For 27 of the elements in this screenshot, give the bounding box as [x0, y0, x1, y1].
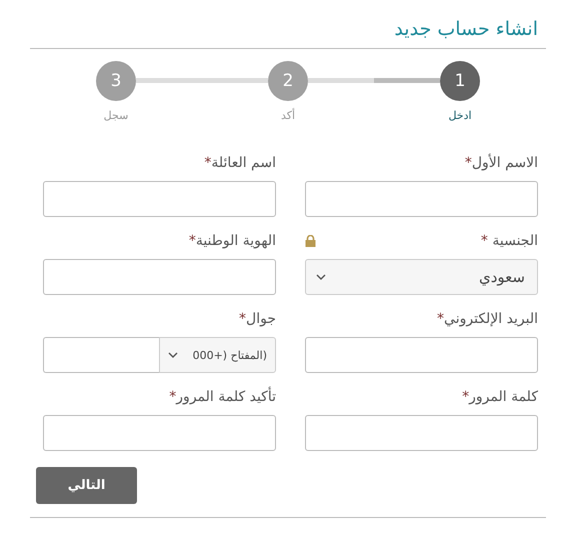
text-field[interactable] — [43, 259, 276, 295]
text-field[interactable] — [43, 181, 276, 217]
page-title: انشاء حساب جديد — [394, 18, 538, 42]
step-label: ادخل — [448, 109, 472, 122]
field-label: جوال* — [239, 311, 276, 327]
field-label: الاسم الأول* — [464, 155, 538, 171]
step-circle: 3 — [96, 61, 136, 101]
field-label: كلمة المرور* — [462, 389, 538, 405]
text-field[interactable] — [305, 415, 538, 451]
step-circle: 2 — [268, 61, 308, 101]
nationality-dropdown[interactable]: سعودي — [305, 259, 538, 295]
step-label: سجل — [104, 109, 128, 122]
step-circle: 1 — [440, 61, 480, 101]
text-field[interactable] — [43, 415, 276, 451]
field-label: الجنسية * — [480, 233, 538, 249]
field-label: البريد الإلكتروني* — [437, 311, 538, 327]
text-field[interactable] — [305, 337, 538, 373]
phone-number-field[interactable] — [43, 337, 159, 373]
field-label: اسم العائلة* — [204, 155, 276, 171]
chevron-down-icon — [316, 274, 326, 280]
country-code-dropdown[interactable]: (المفتاح (+000 — [159, 337, 276, 373]
field-label: الهوية الوطنية* — [188, 233, 276, 249]
chevron-down-icon — [168, 352, 178, 358]
next-button[interactable]: التالي — [36, 467, 137, 504]
text-field[interactable] — [305, 181, 538, 217]
step-label: أكد — [280, 109, 296, 122]
field-label: تأكيد كلمة المرور* — [169, 389, 276, 405]
